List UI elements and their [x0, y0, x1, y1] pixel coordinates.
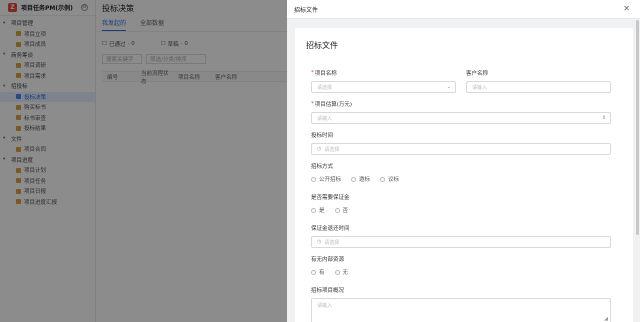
chevron-down-icon: ⌄ — [446, 84, 451, 90]
close-icon[interactable]: ✕ — [623, 4, 630, 13]
radio-public-bid[interactable]: 公开招标 — [311, 175, 341, 183]
deposit-return-picker[interactable]: ◷ 请选择 — [311, 236, 611, 248]
internal-resource-radios: 有 无 — [311, 267, 611, 277]
bid-time-field: 投标时间 ◷ 请选择 — [311, 131, 611, 155]
resize-grip-icon[interactable]: ◢ — [604, 316, 608, 322]
internal-resource-field: 有无内部资源 有 无 — [311, 255, 611, 277]
radio-invite-bid[interactable]: 邀标 — [351, 175, 370, 183]
drawer-scrollbar[interactable] — [636, 20, 639, 235]
overview-textarea[interactable]: 请输入 ◢ — [311, 298, 611, 322]
required-mark: * — [311, 70, 314, 76]
clock-icon: ◷ — [317, 146, 322, 152]
budget-field: * 项目估算(万元) 请输入 ⇕ — [311, 100, 611, 124]
project-name-field: * 项目名称 请选择 ⌄ — [311, 69, 456, 93]
clock-icon: ◷ — [317, 239, 322, 245]
drawer-title: 招标文件 — [287, 0, 640, 19]
bid-file-drawer: 招标文件 ✕ 招标文件 * 项目名称 请选择 ⌄ 客户名称 请输入 * 项目估算(万元… — [287, 0, 640, 322]
required-mark: * — [311, 101, 314, 107]
budget-input[interactable]: 请输入 ⇕ — [311, 112, 611, 124]
customer-name-field: 客户名称 请输入 — [466, 69, 611, 93]
deposit-required-field: 是否需要保证金 是 否 — [311, 193, 611, 215]
form-title: 招标文件 — [306, 41, 338, 50]
deposit-required-radios: 是 否 — [311, 205, 611, 215]
overview-field: 招标项目概况 请输入 ◢ — [311, 286, 611, 322]
deposit-return-field: 保证金退还时间 ◷ 请选择 — [311, 224, 611, 248]
form-card: 招标文件 * 项目名称 请选择 ⌄ 客户名称 请输入 * 项目估算(万元) 请输入 ⇕ … — [295, 28, 633, 322]
modal-overlay[interactable] — [0, 0, 287, 322]
bid-method-radios: 公开招标 邀标 议标 — [311, 174, 611, 184]
stepper-icon[interactable]: ⇕ — [602, 115, 606, 121]
bid-time-picker[interactable]: ◷ 请选择 — [311, 143, 611, 155]
customer-name-input[interactable]: 请输入 — [466, 81, 611, 93]
project-name-select[interactable]: 请选择 ⌄ — [311, 81, 456, 93]
radio-resource-yes[interactable]: 有 — [311, 268, 325, 276]
radio-negotiate-bid[interactable]: 议标 — [380, 175, 399, 183]
radio-deposit-yes[interactable]: 是 — [311, 206, 325, 214]
bid-method-field: 招标方式 公开招标 邀标 议标 — [311, 162, 611, 184]
radio-resource-no[interactable]: 无 — [334, 268, 348, 276]
radio-deposit-no[interactable]: 否 — [334, 206, 348, 214]
